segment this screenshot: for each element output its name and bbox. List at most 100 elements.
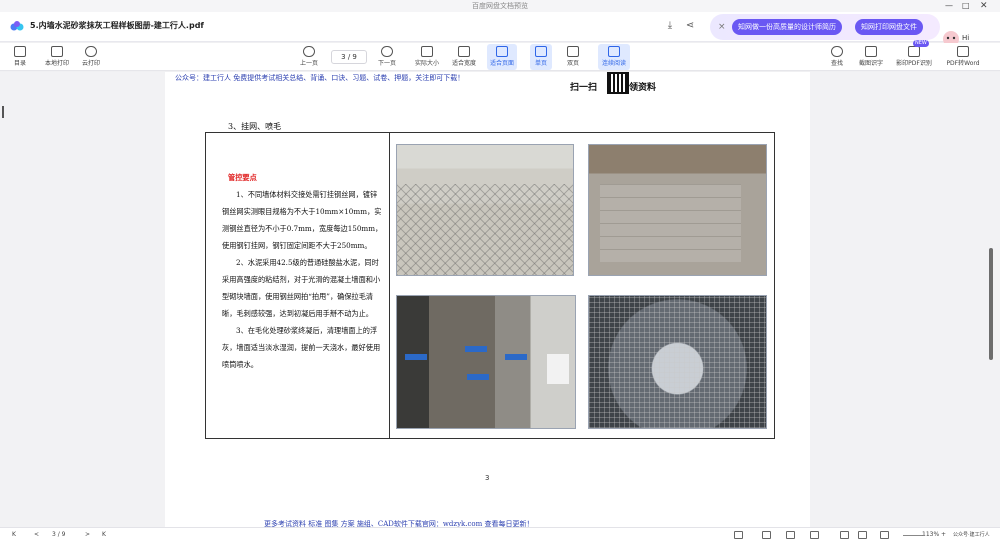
pdf-to-word-button[interactable]: PDF转Word (943, 44, 983, 70)
status-bar: K < 3 / 9 > K 113% + 公众号·建工行人 (0, 527, 1000, 541)
actual-size-button[interactable]: 实际大小 (412, 44, 442, 70)
page-indicator[interactable]: 3 / 9 (52, 530, 65, 540)
page-number-input[interactable]: 3 / 9 (331, 50, 367, 64)
fit-page-label: 适合页面 (489, 60, 514, 67)
viewer-toolbar: 目录 本地打印 云打印 上一页 3 / 9 下一页 实际大小 适合宽度 适合页面… (0, 40, 1000, 71)
photo-wire-mesh-wall (396, 144, 574, 276)
pdf-scan-label: 影印PDF识别 (896, 60, 932, 67)
zoom-slider[interactable] (903, 535, 923, 536)
fit-width-icon (458, 46, 470, 57)
arrow-right-icon (381, 46, 393, 57)
prev-page-small-button[interactable]: < (34, 530, 39, 540)
qr-caption-right: 领资料 (629, 83, 657, 93)
section-heading: 3、挂网、喷毛 (228, 122, 282, 131)
toc-icon (14, 46, 26, 57)
search-icon (831, 46, 843, 57)
file-name: 5.内墙水泥砂浆抹灰工程样板图册-建工行人.pdf (30, 21, 204, 30)
new-badge: NEW (913, 40, 929, 47)
fit-width-button[interactable]: 适合宽度 (449, 44, 479, 70)
photo-sign-label (467, 374, 489, 380)
double-page-icon (567, 46, 579, 57)
photo-sign-label (465, 346, 487, 352)
maximize-button[interactable]: □ (962, 1, 970, 10)
find-button[interactable]: 查找 (826, 44, 848, 70)
local-print-button[interactable]: 本地打印 (42, 44, 72, 70)
pdf-page: 公众号：建工行人 免费提供考试相关总结、背诵、口诀、习题、试卷、押题，关注即可下… (165, 72, 810, 528)
double-page-button[interactable]: 双页 (562, 44, 584, 70)
greeting-text: Hi (962, 34, 970, 42)
print-icon (51, 46, 63, 57)
cloud-print-icon (85, 46, 97, 57)
fit-page-icon (496, 46, 508, 57)
double-page-label: 双页 (566, 60, 579, 67)
fit-icon[interactable] (858, 531, 867, 539)
screenshot-ocr-label: 截图识字 (858, 60, 883, 67)
prev-page-button[interactable]: 上一页 (296, 44, 322, 70)
promo-resume-button[interactable]: 知网做一份高质量的设计师简历 (732, 19, 842, 35)
fit-width-label: 适合宽度 (451, 60, 476, 67)
actual-size-label: 实际大小 (414, 60, 439, 67)
sidebar-toggle-handle[interactable] (2, 106, 4, 118)
watermark-text: 公众号·建工行人 (953, 532, 990, 538)
window-title: 百度网盘文档预览 (0, 0, 1000, 12)
table-divider (389, 133, 390, 438)
vertical-scrollbar[interactable] (989, 248, 993, 360)
continuous-read-label: 连续阅读 (601, 60, 626, 67)
actual-size-icon (421, 46, 433, 57)
pdf-scan-icon (908, 46, 920, 57)
toc-button[interactable]: 目录 (8, 44, 32, 70)
fit-icon[interactable] (880, 531, 889, 539)
app-window: 百度网盘文档预览 — □ ✕ 5.内墙水泥砂浆抹灰工程样板图册-建工行人.pdf… (0, 0, 1000, 541)
photo-block-wall-mesh (588, 144, 767, 276)
local-print-label: 本地打印 (44, 60, 69, 67)
view-mode-icon[interactable] (810, 531, 819, 539)
cloud-print-label: 云打印 (81, 60, 100, 67)
first-page-button[interactable]: K (12, 530, 16, 540)
photo-sign-label (505, 354, 527, 360)
single-page-label: 单页 (534, 60, 547, 67)
last-page-button[interactable]: K (102, 530, 106, 540)
control-points-cell: 管控要点 1、不同墙体材料交接处需钉挂钢丝网，镀锌钢丝网实测眼目规格为不大于10… (206, 133, 389, 438)
photo-notice-board (547, 354, 569, 384)
screenshot-ocr-icon (865, 46, 877, 57)
minimize-button[interactable]: — (945, 1, 953, 10)
continuous-read-button[interactable]: 连续阅读 (598, 44, 630, 70)
share-icon[interactable]: ⋖ (684, 20, 696, 32)
single-page-button[interactable]: 单页 (530, 44, 552, 70)
paragraph: 2、水泥采用42.5级的普通硅酸盐水泥，同时采用高强度的粘结剂，对于光滑的混凝土… (222, 258, 381, 318)
next-page-button[interactable]: 下一页 (374, 44, 400, 70)
paragraph: 1、不同墙体材料交接处需钉挂钢丝网，镀锌钢丝网实测眼目规格为不大于10mm×10… (222, 190, 383, 250)
fit-icon[interactable] (840, 531, 849, 539)
file-tab-row: 5.内墙水泥砂浆抹灰工程样板图册-建工行人.pdf ⤓ ⋖ × 知网做一份高质量… (0, 12, 1000, 47)
promo-close-icon[interactable]: × (718, 20, 726, 34)
fit-page-button[interactable]: 适合页面 (487, 44, 517, 70)
content-table: 管控要点 1、不同墙体材料交接处需钉挂钢丝网，镀锌钢丝网实测眼目规格为不大于10… (205, 132, 775, 439)
qr-code-icon (607, 72, 629, 94)
photo-mesh-closeup (588, 295, 767, 429)
photo-roughened-wall (396, 295, 576, 429)
page-number: 3 (485, 474, 490, 482)
view-mode-icon[interactable] (734, 531, 743, 539)
promo-print-button[interactable]: 知网打印网盘文件 (855, 19, 923, 35)
download-icon[interactable]: ⤓ (664, 20, 676, 32)
single-page-icon (535, 46, 547, 57)
cloud-print-button[interactable]: 云打印 (80, 44, 102, 70)
zoom-level: 113% (922, 531, 940, 538)
document-viewer[interactable]: 公众号：建工行人 免费提供考试相关总结、背诵、口诀、习题、试卷、押题，关注即可下… (0, 72, 1000, 528)
zoom-in-button[interactable]: + (941, 530, 946, 540)
promo-banner: × 知网做一份高质量的设计师简历 知网打印网盘文件 (710, 14, 940, 40)
close-button[interactable]: ✕ (980, 1, 988, 11)
screenshot-ocr-button[interactable]: 截图识字 (856, 44, 886, 70)
arrow-left-icon (303, 46, 315, 57)
pdf-to-word-label: PDF转Word (946, 60, 980, 67)
next-page-label: 下一页 (377, 60, 396, 67)
control-title: 管控要点 (228, 173, 257, 182)
view-mode-icon[interactable] (762, 531, 771, 539)
view-mode-icon[interactable] (786, 531, 795, 539)
next-page-small-button[interactable]: > (85, 530, 90, 540)
find-label: 查找 (830, 60, 843, 67)
baidu-netdisk-logo-icon (10, 21, 24, 31)
qr-caption-left: 扫一扫 (570, 83, 598, 93)
pdf-scan-ocr-button[interactable]: 影印PDF识别 (894, 44, 934, 70)
continuous-read-icon (608, 46, 620, 57)
